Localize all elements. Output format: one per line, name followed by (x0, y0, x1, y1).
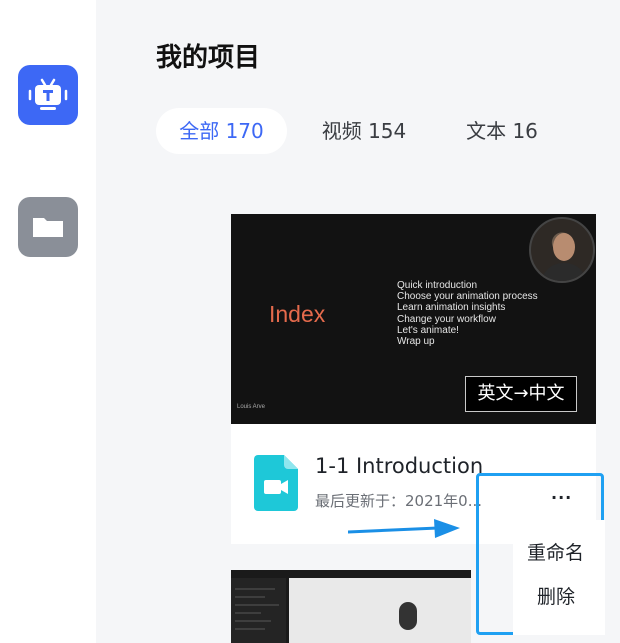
app-logo-icon[interactable] (18, 65, 78, 125)
delete-menu-item[interactable]: 删除 (537, 582, 575, 609)
more-options-button[interactable]: ··· (551, 488, 572, 507)
tab-label: 视频 (321, 119, 362, 143)
outline-item: Let's animate! (397, 324, 459, 336)
project-title[interactable]: 1-1 Introduction (315, 454, 483, 478)
sidebar (0, 0, 96, 643)
pointer-arrow-icon (348, 519, 460, 538)
presenter-avatar (529, 217, 595, 283)
outline-item: Quick introduction (397, 280, 478, 291)
tab-text[interactable]: 文本 16 (456, 108, 548, 154)
main-content: 我的项目 全部 170 视频 154 文本 16 Index Quick int… (96, 0, 620, 643)
translation-badge: 英文→中文 (465, 376, 577, 412)
context-menu-panel: 重命名 删除 (513, 520, 605, 635)
thumbnail-heading: Index (269, 301, 326, 327)
outline-item: Change your workflow (397, 313, 496, 325)
presenter-caption: Louis Arve (237, 404, 266, 410)
tab-count: 170 (225, 119, 264, 143)
video-file-icon (254, 455, 298, 511)
project-card-thumbnail[interactable] (231, 570, 471, 643)
page-title: 我的项目 (156, 43, 261, 73)
tab-all[interactable]: 全部 170 (156, 108, 287, 154)
context-menu: ··· 重命名 删除 (476, 473, 605, 635)
outline-item: Choose your animation process (397, 291, 538, 303)
folder-icon[interactable] (18, 197, 78, 257)
rename-menu-item[interactable]: 重命名 (527, 538, 584, 565)
tab-label: 全部 (179, 119, 220, 143)
thumbnail-outline: Quick introduction Choose your animation… (397, 280, 538, 347)
tab-count: 154 (368, 119, 407, 143)
video-thumbnail[interactable]: Index Quick introduction Choose your ani… (231, 214, 596, 424)
outline-item: Learn animation insights (397, 302, 506, 314)
tab-count: 16 (512, 119, 538, 143)
tab-label: 文本 (466, 119, 507, 143)
tab-video[interactable]: 视频 154 (308, 108, 420, 154)
outline-item: Wrap up (397, 336, 435, 348)
